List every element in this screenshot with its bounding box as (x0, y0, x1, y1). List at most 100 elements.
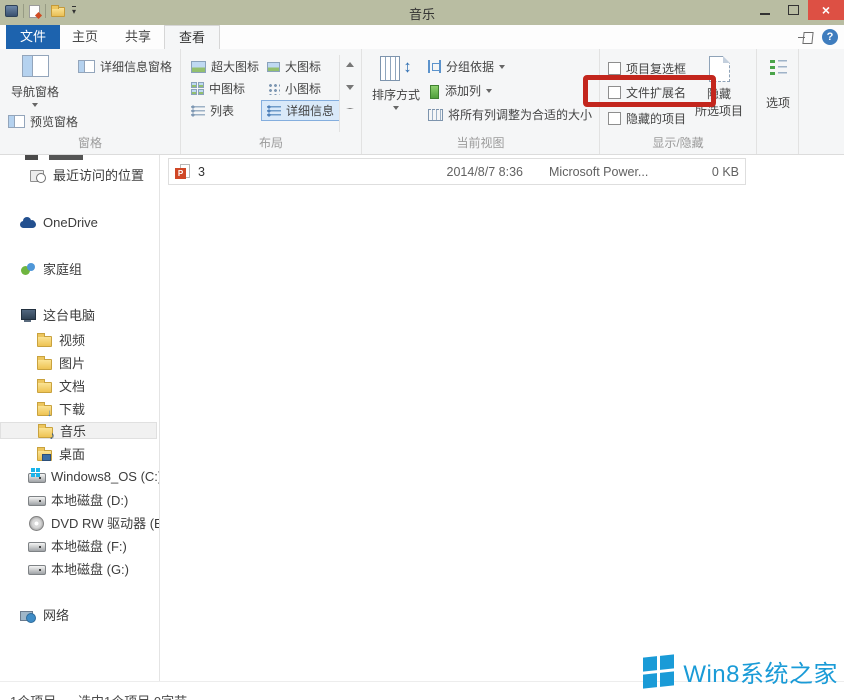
add-columns-button[interactable]: 添加列 (428, 82, 492, 99)
view-details-selected[interactable]: 详细信息 (261, 100, 340, 121)
windows-flag-overlay (31, 468, 35, 472)
hide-selected-items-button[interactable]: 隐藏 所选项目 (684, 56, 754, 119)
details-pane-label: 详细信息窗格 (100, 58, 172, 75)
ribbon-group-layout: 超大图标 大图标 中图标 小图标 列表 详细信息 布局 (181, 49, 362, 154)
chevron-down-icon (393, 106, 399, 110)
file-date-modified: 2014/8/7 8:36 (423, 165, 523, 179)
sidebar-item-dvd-drive[interactable]: DVD RW 驱动器 (E (28, 514, 160, 531)
extra-large-icons-icon (191, 61, 206, 73)
maximize-button[interactable] (779, 0, 808, 20)
extra-large-icons-label: 超大图标 (211, 58, 259, 75)
windows-logo-icon (643, 654, 674, 688)
sidebar-item-documents[interactable]: 文档 (36, 377, 85, 394)
system-drive-icon (28, 469, 44, 485)
new-folder-icon[interactable] (51, 7, 65, 17)
details-pane-button[interactable]: 详细信息窗格 (78, 58, 172, 75)
sidebar-item-drive-d[interactable]: 本地磁盘 (D:) (28, 491, 128, 508)
options-button[interactable]: 选项 (761, 58, 795, 111)
file-row[interactable]: P 3 2014/8/7 8:36 Microsoft Power... 0 K… (168, 158, 746, 185)
title-bar: ▾ 音乐 × (0, 0, 844, 25)
sidebar-item-recent-places[interactable]: 最近访问的位置 (30, 166, 144, 183)
view-list[interactable]: 列表 (191, 102, 234, 119)
local-disk-icon (28, 561, 44, 577)
sidebar-item-network[interactable]: 网络 (20, 606, 69, 623)
sort-by-label: 排序方式 (372, 86, 420, 103)
sidebar-item-pictures[interactable]: 图片 (36, 354, 85, 371)
tab-share[interactable]: 共享 (111, 25, 165, 49)
chevron-down-icon (499, 65, 505, 69)
layout-more-button[interactable] (344, 103, 356, 115)
powerpoint-file-icon: P (175, 164, 191, 180)
tab-view[interactable]: 查看 (164, 25, 220, 49)
list-view-label: 列表 (210, 102, 234, 119)
view-large-icons[interactable]: 大图标 (267, 58, 321, 75)
navigation-pane-button[interactable]: 导航窗格 (6, 55, 64, 107)
videos-folder-icon (36, 332, 52, 348)
sidebar-item-label: 本地磁盘 (D:) (51, 490, 128, 509)
sidebar-item-downloads[interactable]: ↓ 下载 (36, 400, 85, 417)
sidebar-item-homegroup[interactable]: 家庭组 (20, 260, 82, 277)
group-by-button[interactable]: 分组依据 (428, 58, 505, 75)
explorer-app-icon[interactable] (5, 5, 18, 17)
window-title: 音乐 (409, 4, 435, 23)
help-icon[interactable]: ? (822, 29, 838, 45)
checkbox-unchecked[interactable] (608, 112, 621, 125)
file-name: 3 (198, 165, 205, 179)
minimize-icon (760, 13, 770, 15)
options-label: 选项 (766, 94, 790, 111)
group-label-show-hide: 显示/隐藏 (600, 134, 756, 151)
hidden-items-label: 隐藏的项目 (626, 110, 686, 127)
qat-separator (23, 4, 24, 18)
navigation-pane: 最近访问的位置 OneDrive 家庭组 这台电脑 视频 图片 文档 ↓ 下载 … (0, 155, 160, 682)
view-extra-large-icons[interactable]: 超大图标 (191, 58, 259, 75)
file-extensions-option[interactable]: 文件扩展名 (608, 84, 686, 101)
group-label-current-view: 当前视图 (362, 134, 599, 151)
layout-scroll-column (339, 55, 340, 132)
tab-file[interactable]: 文件 (6, 25, 60, 49)
desktop-folder-icon (36, 446, 52, 462)
navigation-pane-label: 导航窗格 (11, 83, 59, 100)
properties-icon[interactable] (29, 5, 40, 18)
item-checkboxes-label: 项目复选框 (626, 60, 686, 77)
hidden-items-option[interactable]: 隐藏的项目 (608, 110, 686, 127)
close-button[interactable]: × (808, 0, 844, 20)
hide-selected-label-line2: 所选项目 (695, 102, 743, 119)
sort-by-button[interactable]: ↕ 排序方式 (368, 56, 424, 110)
sidebar-item-drive-c[interactable]: Windows8_OS (C:) (28, 468, 160, 485)
list-view-icon (191, 105, 205, 117)
status-items-count: 1个项目 (10, 691, 56, 700)
item-checkboxes-option[interactable]: 项目复选框 (608, 60, 686, 77)
checkbox-unchecked[interactable] (608, 62, 621, 75)
details-view-label: 详细信息 (286, 102, 334, 119)
medium-icons-icon (191, 82, 204, 95)
qat-customize-dropdown-icon[interactable]: ▾ (72, 6, 76, 16)
small-icons-icon (267, 82, 280, 95)
music-folder-icon: ♪ (37, 423, 53, 439)
sidebar-item-onedrive[interactable]: OneDrive (20, 214, 98, 231)
sidebar-item-drive-g[interactable]: 本地磁盘 (G:) (28, 560, 129, 577)
view-small-icons[interactable]: 小图标 (267, 80, 321, 97)
sidebar-item-videos[interactable]: 视频 (36, 331, 85, 348)
sidebar-item-label: 文档 (59, 376, 85, 395)
minimize-button[interactable] (750, 0, 779, 20)
sidebar-item-desktop[interactable]: 桌面 (36, 445, 85, 462)
sidebar-item-music-selected[interactable]: ♪ 音乐 (0, 422, 157, 439)
pin-ribbon-icon[interactable] (798, 32, 813, 43)
sidebar-item-drive-f[interactable]: 本地磁盘 (F:) (28, 537, 127, 554)
sidebar-item-label: 网络 (43, 605, 69, 624)
preview-pane-button[interactable]: 预览窗格 (8, 113, 78, 130)
watermark-text: Win8系统之家 (683, 654, 838, 689)
down-arrow-icon (346, 85, 354, 90)
layout-scroll-up-button[interactable] (344, 58, 356, 70)
tab-home[interactable]: 主页 (58, 25, 112, 49)
sidebar-item-this-pc[interactable]: 这台电脑 (20, 306, 95, 323)
homegroup-icon (20, 261, 36, 277)
checkbox-unchecked[interactable] (608, 86, 621, 99)
recent-places-icon (30, 167, 46, 183)
caption-buttons: × (750, 0, 844, 20)
download-arrow-overlay: ↓ (47, 408, 52, 419)
view-medium-icons[interactable]: 中图标 (191, 80, 245, 97)
layout-scroll-down-button[interactable] (344, 81, 356, 93)
desktop-screen-overlay (42, 454, 51, 461)
size-all-columns-button[interactable]: 将所有列调整为合适的大小 (428, 106, 592, 123)
